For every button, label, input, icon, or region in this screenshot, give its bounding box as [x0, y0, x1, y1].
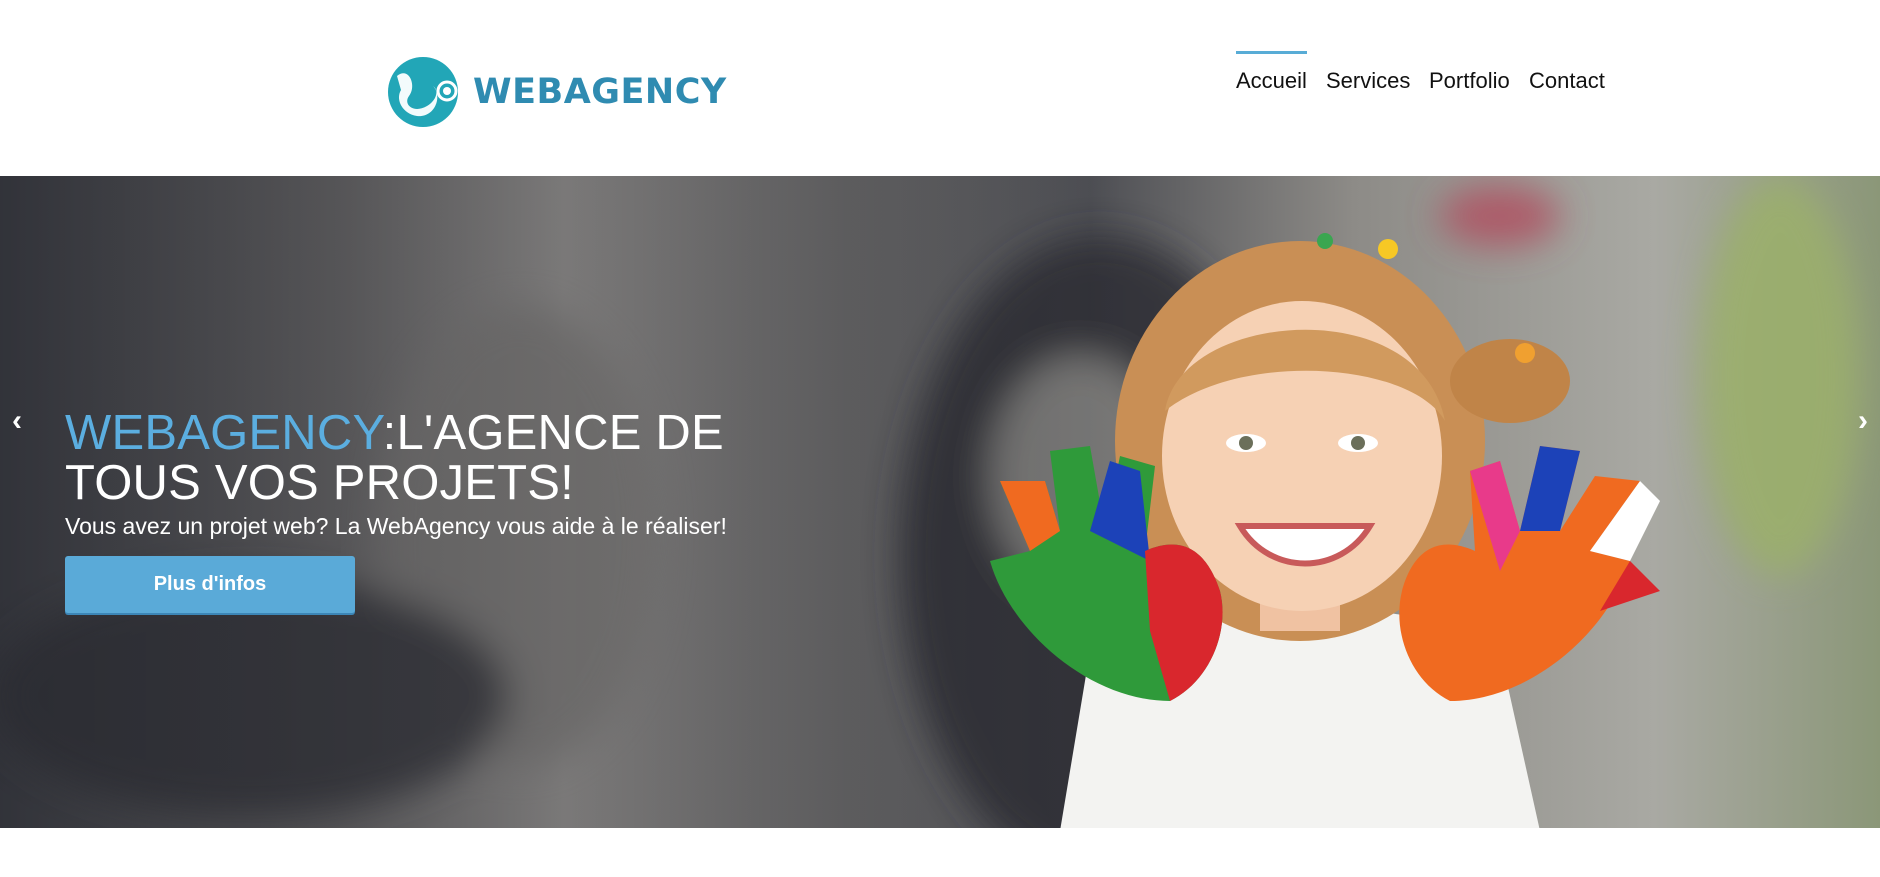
- hero-title: WEBAGENCY:L'AGENCE DE TOUS VOS PROJETS!: [65, 408, 825, 508]
- nav-item-contact[interactable]: Contact: [1529, 68, 1605, 94]
- nav-item-accueil[interactable]: Accueil: [1236, 51, 1307, 94]
- more-info-button[interactable]: Plus d'infos: [65, 556, 355, 613]
- chevron-right-icon: ›: [1858, 404, 1868, 437]
- child-painted-hands-image: [990, 233, 1660, 828]
- nav-item-portfolio[interactable]: Portfolio: [1429, 68, 1510, 94]
- site-header: WEBAGENCY Accueil Services Portfolio Con…: [0, 0, 1880, 176]
- hero-carousel: ‹ › WEBAGENCY:L'AGENCE DE TOUS VOS PROJE…: [0, 176, 1880, 828]
- hero-caption: WEBAGENCY:L'AGENCE DE TOUS VOS PROJETS! …: [65, 408, 825, 613]
- hero-subtitle: Vous avez un projet web? La WebAgency vo…: [65, 513, 727, 539]
- carousel-prev-button[interactable]: ‹: [2, 406, 32, 436]
- nav-item-services[interactable]: Services: [1326, 68, 1410, 94]
- chevron-left-icon: ‹: [12, 404, 22, 437]
- main-nav: Accueil Services Portfolio Contact: [0, 51, 1880, 94]
- hero-title-brand: WEBAGENCY: [65, 406, 383, 460]
- carousel-next-button[interactable]: ›: [1848, 406, 1878, 436]
- page: WEBAGENCY Accueil Services Portfolio Con…: [0, 0, 1880, 877]
